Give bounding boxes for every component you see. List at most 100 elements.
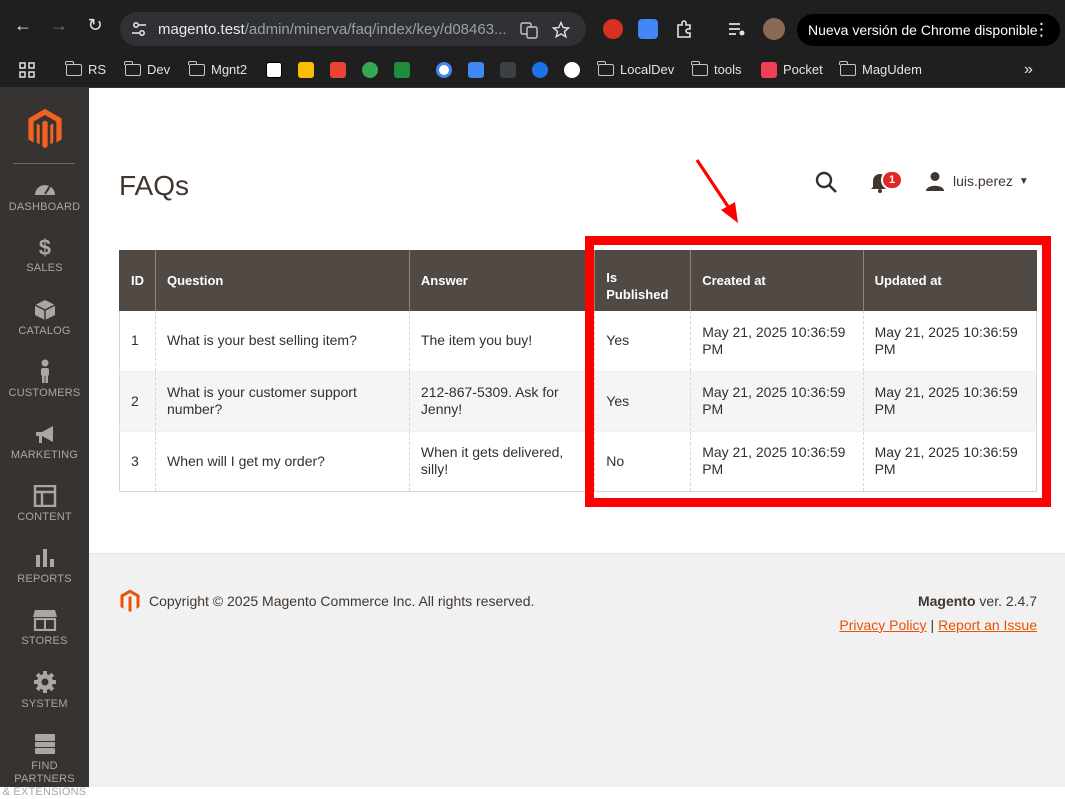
bar-chart-icon bbox=[35, 549, 54, 567]
footer-links: Privacy Policy | Report an Issue bbox=[839, 617, 1037, 633]
layout-icon bbox=[33, 485, 56, 507]
version-label: ver. 2.4.7 bbox=[975, 593, 1037, 609]
grid-header-row: ID Question Answer Is Published Created a… bbox=[119, 250, 1037, 311]
sidebar-item-label: SALES bbox=[26, 262, 63, 274]
sidebar-item-label: STORES bbox=[21, 635, 68, 647]
bookmark-mgnt2[interactable]: Mgnt2 bbox=[188, 60, 247, 80]
sidebar-item-sales[interactable]: $ SALES bbox=[0, 236, 89, 275]
more-bookmarks-icon[interactable]: » bbox=[1024, 60, 1033, 80]
address-bar[interactable]: magento.test/admin/minerva/faq/index/key… bbox=[120, 12, 586, 46]
column-header-answer[interactable]: Answer bbox=[408, 250, 595, 311]
bookmark-dev[interactable]: Dev bbox=[124, 60, 170, 80]
dashboard-icon bbox=[34, 185, 55, 195]
column-header-updated-at[interactable]: Updated at bbox=[862, 250, 1037, 311]
person-icon bbox=[40, 359, 49, 383]
cell-is-published: Yes bbox=[594, 311, 691, 372]
column-header-created-at[interactable]: Created at bbox=[690, 250, 864, 311]
extensions-puzzle-icon[interactable] bbox=[674, 19, 694, 39]
profile-avatar-icon[interactable] bbox=[763, 18, 785, 40]
star-bookmark-icon[interactable] bbox=[552, 21, 570, 39]
sidebar-item-catalog[interactable]: CATALOG bbox=[0, 299, 89, 338]
sidebar-item-label: FIND PARTNERS bbox=[14, 760, 75, 785]
column-header-question[interactable]: Question bbox=[155, 250, 410, 311]
user-menu[interactable]: luis.perez ▼ bbox=[925, 170, 1029, 192]
compass-icon[interactable] bbox=[532, 62, 548, 78]
brand-label: Magento bbox=[917, 593, 976, 609]
chrome-update-label: Nueva versión de Chrome disponible bbox=[808, 22, 1038, 38]
site-info-icon[interactable] bbox=[131, 21, 147, 37]
reload-icon[interactable]: ↻ bbox=[84, 14, 106, 36]
tool-bookmark-icon[interactable] bbox=[500, 62, 516, 78]
back-arrow-icon[interactable]: ← bbox=[12, 14, 34, 36]
notification-badge[interactable]: 1 bbox=[881, 170, 903, 190]
admin-sidebar: DASHBOARD $ SALES CATALOG CUSTOMERS MARK… bbox=[0, 88, 89, 798]
privacy-policy-link[interactable]: Privacy Policy bbox=[839, 617, 926, 633]
extension-red-icon[interactable] bbox=[603, 19, 623, 39]
cell-created-at: May 21, 2025 10:36:59 PM bbox=[690, 431, 864, 492]
cell-created-at: May 21, 2025 10:36:59 PM bbox=[690, 311, 864, 372]
sidebar-item-stores[interactable]: STORES bbox=[0, 609, 89, 648]
blocks-icon bbox=[34, 734, 55, 754]
pocket-icon bbox=[761, 62, 777, 78]
sidebar-item-dashboard[interactable]: DASHBOARD bbox=[0, 179, 89, 214]
sidebar-item-marketing[interactable]: MARKETING bbox=[0, 425, 89, 462]
google-icon[interactable] bbox=[436, 62, 452, 78]
report-issue-link[interactable]: Report an Issue bbox=[938, 617, 1037, 633]
notion-icon[interactable] bbox=[266, 62, 282, 78]
link-separator: | bbox=[930, 617, 935, 633]
cell-id: 1 bbox=[119, 311, 156, 372]
copyright-text: Copyright © 2025 Magento Commerce Inc. A… bbox=[149, 593, 535, 609]
apps-grid-icon[interactable] bbox=[19, 62, 35, 78]
table-row[interactable]: 1 What is your best selling item? The it… bbox=[119, 311, 1038, 372]
sidebar-item-content[interactable]: CONTENT bbox=[0, 485, 89, 524]
photos-icon[interactable] bbox=[362, 62, 378, 78]
bookmark-localdev[interactable]: LocalDev bbox=[597, 60, 674, 80]
column-header-is-published[interactable]: Is Published bbox=[594, 250, 691, 311]
media-control-icon[interactable] bbox=[727, 19, 747, 39]
cell-is-published: No bbox=[594, 431, 691, 492]
cell-created-at: May 21, 2025 10:36:59 PM bbox=[690, 371, 864, 432]
sidebar-item-system[interactable]: SYSTEM bbox=[0, 670, 89, 711]
search-icon[interactable] bbox=[814, 170, 838, 194]
sidebar-item-label: REPORTS bbox=[17, 573, 72, 585]
sidebar-item-find-partners[interactable]: FIND PARTNERS & EXTENSIONS bbox=[0, 732, 89, 799]
megaphone-icon bbox=[35, 426, 53, 443]
username-label: luis.perez bbox=[953, 173, 1013, 189]
gmail-icon[interactable] bbox=[330, 62, 346, 78]
table-row[interactable]: 2 What is your customer support number? … bbox=[119, 371, 1038, 432]
bookmark-rs[interactable]: RS bbox=[65, 60, 106, 80]
cell-answer: When it gets delivered, silly! bbox=[408, 431, 595, 492]
magento-logo-icon[interactable] bbox=[24, 108, 66, 150]
cell-updated-at: May 21, 2025 10:36:59 PM bbox=[862, 431, 1038, 492]
magento-footer-logo-icon bbox=[120, 589, 140, 612]
sidebar-item-label-line2: & EXTENSIONS bbox=[2, 786, 87, 798]
bookmark-pocket[interactable]: Pocket bbox=[761, 60, 823, 80]
store-icon bbox=[32, 610, 57, 631]
gear-icon bbox=[33, 671, 56, 693]
sidebar-item-customers[interactable]: CUSTOMERS bbox=[0, 359, 89, 400]
bookmark-magudem[interactable]: MagUdem bbox=[839, 60, 922, 80]
column-header-id[interactable]: ID bbox=[119, 250, 156, 311]
sidebar-item-reports[interactable]: REPORTS bbox=[0, 547, 89, 586]
translate-icon[interactable] bbox=[520, 21, 538, 39]
chrome-update-button[interactable]: Nueva versión de Chrome disponible ⋮ bbox=[797, 14, 1060, 46]
table-row[interactable]: 3 When will I get my order? When it gets… bbox=[119, 431, 1038, 492]
caret-down-icon: ▼ bbox=[1018, 175, 1029, 187]
drive-icon[interactable] bbox=[394, 62, 410, 78]
extension-translate-icon[interactable] bbox=[638, 19, 658, 39]
bookmark-tools[interactable]: tools bbox=[691, 60, 741, 80]
annotation-arrow bbox=[695, 159, 738, 223]
more-menu-icon[interactable]: ⋮ bbox=[1033, 14, 1050, 46]
openai-icon[interactable] bbox=[564, 62, 580, 78]
cell-id: 2 bbox=[119, 371, 156, 432]
translate-bookmark-icon[interactable] bbox=[468, 62, 484, 78]
column-header-label: Published bbox=[606, 286, 669, 302]
page-footer: Copyright © 2025 Magento Commerce Inc. A… bbox=[89, 553, 1065, 787]
keep-icon[interactable] bbox=[298, 62, 314, 78]
forward-arrow-icon[interactable]: → bbox=[48, 14, 70, 36]
cell-is-published: Yes bbox=[594, 371, 691, 432]
cell-updated-at: May 21, 2025 10:36:59 PM bbox=[862, 311, 1038, 372]
cell-question: What is your customer support number? bbox=[155, 371, 410, 432]
cell-updated-at: May 21, 2025 10:36:59 PM bbox=[862, 371, 1038, 432]
cell-answer: 212-867-5309. Ask for Jenny! bbox=[408, 371, 595, 432]
